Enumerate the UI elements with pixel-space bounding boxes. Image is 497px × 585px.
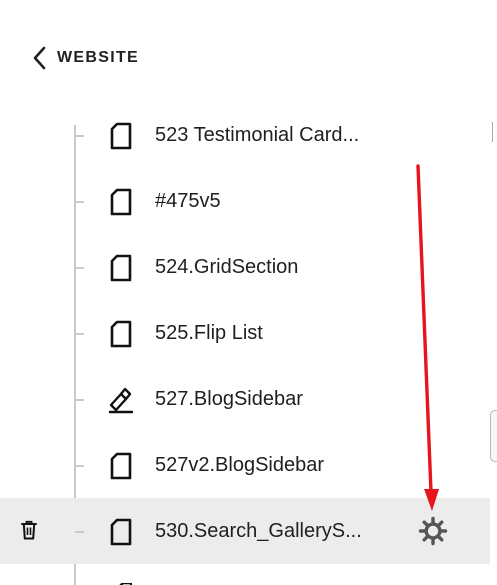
tree-branch [75, 135, 84, 137]
page-edit-icon [108, 385, 134, 415]
page-icon [108, 253, 134, 283]
page-icon [108, 517, 134, 547]
page-item[interactable]: #475v5 [0, 168, 490, 234]
back-label: WEBSITE [57, 49, 139, 66]
tree-branch [75, 465, 84, 467]
page-item[interactable]: 523 Testimonial Card... [0, 102, 490, 168]
page-item[interactable]: 524.GridSection [0, 234, 490, 300]
page-item[interactable]: 525.Flip List [0, 300, 490, 366]
tree-branch [75, 399, 84, 401]
page-item-label: 525.Flip List [155, 322, 263, 344]
tree-branch [75, 267, 84, 269]
page-icon [108, 121, 134, 151]
page-item[interactable]: 527.BlogSidebar [0, 366, 490, 432]
trash-icon[interactable] [19, 519, 39, 541]
page-item-label: 527.BlogSidebar [155, 388, 303, 410]
chevron-left-icon [30, 45, 48, 71]
page-item-label: #475v5 [155, 190, 221, 212]
tree-branch [75, 333, 84, 335]
back-to-website-button[interactable]: WEBSITE [30, 44, 139, 72]
gear-icon[interactable] [417, 515, 449, 547]
page-item[interactable]: 527v2.BlogSidebar [0, 432, 490, 498]
page-item-label: 530.Search_GalleryS... [155, 520, 362, 542]
tree-branch [75, 201, 84, 203]
page-item-active[interactable]: 530.Search_GalleryS... [0, 498, 490, 564]
page-icon [108, 451, 134, 481]
page-item-label: 527v2.BlogSidebar [155, 454, 325, 476]
page-item-label: 524.GridSection [155, 256, 299, 278]
page-icon-partial [118, 578, 133, 585]
scroll-indicator [492, 122, 497, 142]
scrollbar-thumb[interactable] [490, 410, 497, 462]
page-list: 523 Testimonial Card... #475v5 524.GridS… [0, 102, 490, 564]
page-icon [108, 187, 134, 217]
tree-branch [75, 531, 84, 533]
pages-panel: WEBSITE 523 Testimonial Card... #475v5 5… [0, 0, 497, 585]
page-icon [108, 319, 134, 349]
page-item-label: 523 Testimonial Card... [155, 124, 360, 146]
